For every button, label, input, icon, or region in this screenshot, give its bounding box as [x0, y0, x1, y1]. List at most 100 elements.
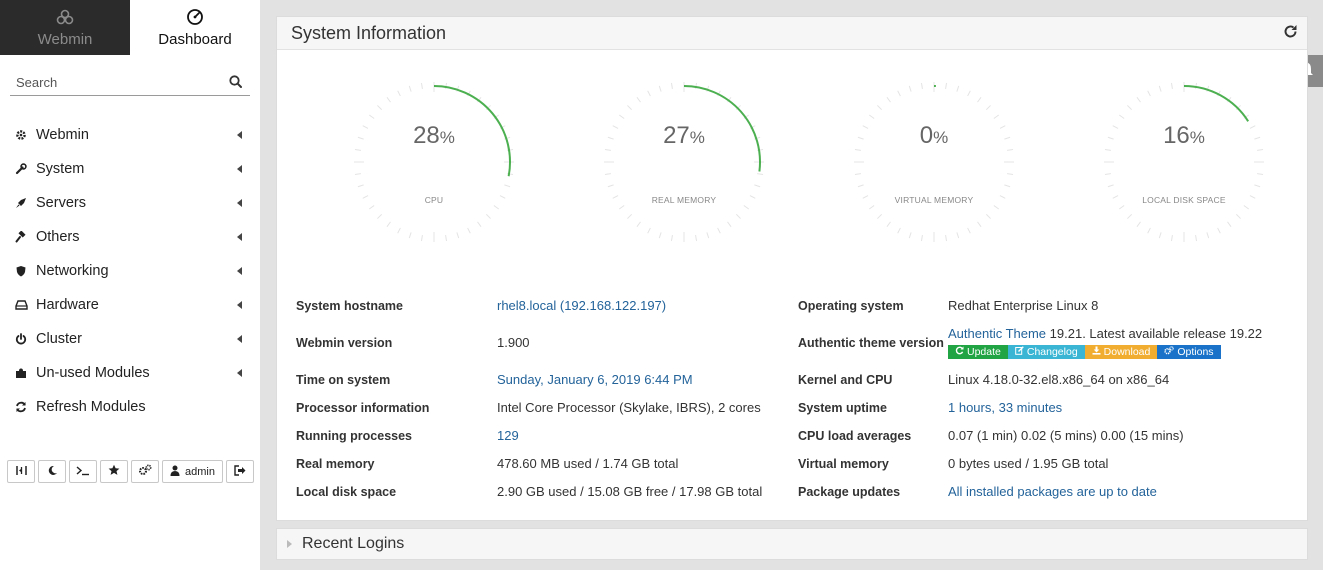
user-account-button[interactable]: admin: [162, 460, 223, 483]
gauge-number: 0: [919, 122, 934, 149]
refresh-icon: [14, 400, 28, 414]
power-icon: [14, 332, 28, 346]
gauge-tick: [727, 221, 732, 228]
download-button[interactable]: Download: [1084, 345, 1158, 359]
gauge-dial: [354, 82, 514, 242]
gauge-tick: [504, 184, 511, 188]
sidebar-item-label: Servers: [36, 195, 86, 211]
gauge-tick: [877, 213, 883, 219]
sidebar-toolbar: admin: [7, 460, 254, 483]
sidebar-item-hardware[interactable]: Hardware: [0, 288, 260, 322]
authentic-theme-link[interactable]: Authentic Theme: [948, 326, 1046, 341]
gauge-cpu: 28% CPU: [349, 77, 519, 247]
gauge-tick: [670, 82, 673, 89]
search-icon[interactable]: [229, 74, 242, 91]
gauge-tick: [868, 205, 875, 210]
hdd-icon: [14, 298, 28, 312]
info-key: Kernel and CPU: [798, 373, 893, 387]
hostname-link[interactable]: rhel8.local (192.168.122.197): [497, 298, 666, 313]
favorites-button[interactable]: [100, 460, 128, 483]
terminal-icon: [76, 465, 90, 479]
refresh-icon: [955, 346, 964, 358]
gauge-tick: [956, 232, 960, 239]
update-button[interactable]: Update: [948, 345, 1008, 359]
gauge-tick: [627, 213, 633, 219]
gauge-tick: [1136, 96, 1141, 103]
gauge-tick: [920, 82, 923, 89]
sidebar-menu: Webmin System Servers Others Networking …: [0, 118, 260, 424]
dashboard-gauge-icon: [186, 7, 204, 27]
gauge-tick: [627, 105, 633, 111]
gauge-tick: [908, 85, 912, 92]
gauge-tick: [1147, 90, 1151, 97]
gears-icon: [1164, 346, 1175, 358]
logout-button[interactable]: [226, 460, 254, 483]
user-icon: [170, 465, 180, 479]
gauge-unit: %: [1189, 128, 1205, 147]
sidebar-item-label: Un-used Modules: [36, 365, 150, 381]
sidebar-item-others[interactable]: Others: [0, 220, 260, 254]
webmin-tab[interactable]: Webmin: [0, 0, 130, 55]
rocket-icon: [14, 196, 28, 210]
gauge-dial: [604, 82, 764, 242]
gauge-tick: [493, 205, 500, 210]
gauge-label: VIRTUAL MEMORY: [894, 195, 974, 205]
download-label: Download: [1103, 346, 1151, 358]
options-button[interactable]: Options: [1157, 345, 1221, 359]
sidebar-item-servers[interactable]: Servers: [0, 186, 260, 220]
sidebar-item-label: Refresh Modules: [36, 399, 146, 415]
gauge-tick: [485, 213, 491, 219]
info-key: Webmin version: [296, 336, 393, 350]
package-updates-link[interactable]: All installed packages are up to date: [948, 484, 1157, 499]
sidebar-item-unused-modules[interactable]: Un-used Modules: [0, 356, 260, 390]
gauge-tick: [857, 184, 864, 188]
sidebar-item-cluster[interactable]: Cluster: [0, 322, 260, 356]
uptime-link[interactable]: 1 hours, 33 minutes: [948, 400, 1062, 415]
gauge-tick: [368, 114, 375, 119]
panel-header: System Information: [277, 17, 1307, 50]
theme-version-text: 19.21. Latest available release 19.22: [1046, 326, 1263, 341]
gauge-tick: [945, 82, 948, 89]
gauge-tick: [977, 96, 982, 103]
night-mode-button[interactable]: [38, 460, 66, 483]
caret-left-icon: [237, 199, 242, 207]
caret-left-icon: [237, 233, 242, 241]
sidebar-item-refresh-modules[interactable]: Refresh Modules: [0, 390, 260, 424]
gears-icon: [138, 464, 152, 479]
time-link[interactable]: Sunday, January 6, 2019 6:44 PM: [497, 372, 693, 387]
info-key: Real memory: [296, 457, 375, 471]
sidebar-item-webmin[interactable]: Webmin: [0, 118, 260, 152]
gauge-tick: [886, 96, 891, 103]
gauge-tick: [456, 232, 460, 239]
gauge-tick: [1107, 184, 1114, 188]
gauge-tick: [467, 227, 471, 234]
gavel-icon: [14, 230, 28, 244]
gauge-tick: [386, 96, 391, 103]
caret-left-icon: [237, 267, 242, 275]
search-input[interactable]: Search: [10, 73, 250, 96]
gauge-tick: [754, 184, 761, 188]
gauge-value: 28%: [349, 122, 519, 150]
gauge-unit: %: [933, 128, 949, 147]
theme-config-button[interactable]: [131, 460, 159, 483]
webmin-logo-icon: [56, 7, 74, 27]
gauge-tick: [985, 105, 991, 111]
changelog-button[interactable]: Changelog: [1007, 345, 1085, 359]
gauge-dial: [1104, 82, 1264, 242]
dashboard-tab[interactable]: Dashboard: [130, 0, 260, 55]
info-key: Running processes: [296, 429, 412, 443]
terminal-button[interactable]: [69, 460, 97, 483]
processes-link[interactable]: 129: [497, 428, 519, 443]
sidebar-item-label: Cluster: [36, 331, 82, 347]
columns-icon: [15, 465, 27, 479]
sidebar-item-system[interactable]: System: [0, 152, 260, 186]
gauge-number: 16: [1163, 122, 1190, 149]
refresh-icon[interactable]: [1283, 24, 1298, 42]
gauge-tick: [1217, 227, 1221, 234]
recent-logins-panel[interactable]: Recent Logins: [276, 528, 1308, 560]
toggle-sidebar-button[interactable]: [7, 460, 35, 483]
gauge-tick: [956, 85, 960, 92]
gauge-tick: [985, 213, 991, 219]
sidebar-item-networking[interactable]: Networking: [0, 254, 260, 288]
caret-left-icon: [237, 165, 242, 173]
